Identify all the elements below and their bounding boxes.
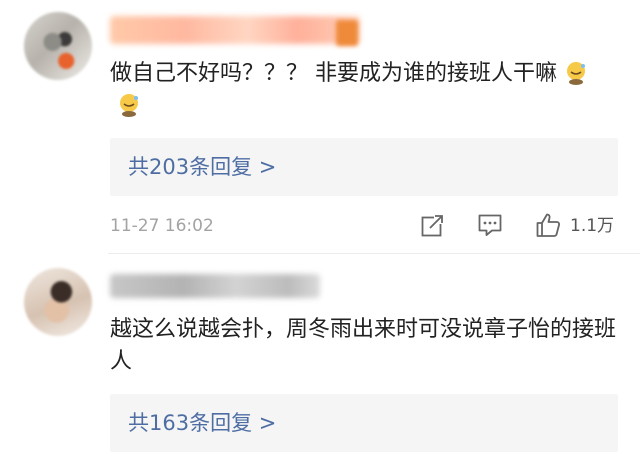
avatar[interactable] <box>24 268 92 336</box>
username-blurred[interactable] <box>110 274 320 298</box>
comment-2: 越这么说越会扑，周冬雨出来时可没说章子怡的接班人 共163条回复 > <box>0 0 640 462</box>
replies-label: 共163条回复 > <box>128 411 277 435</box>
view-replies-button[interactable]: 共163条回复 > <box>110 394 618 452</box>
comment-text: 越这么说越会扑，周冬雨出来时可没说章子怡的接班人 <box>110 314 620 378</box>
comment-text-content: 越这么说越会扑，周冬雨出来时可没说章子怡的接班人 <box>110 317 617 374</box>
